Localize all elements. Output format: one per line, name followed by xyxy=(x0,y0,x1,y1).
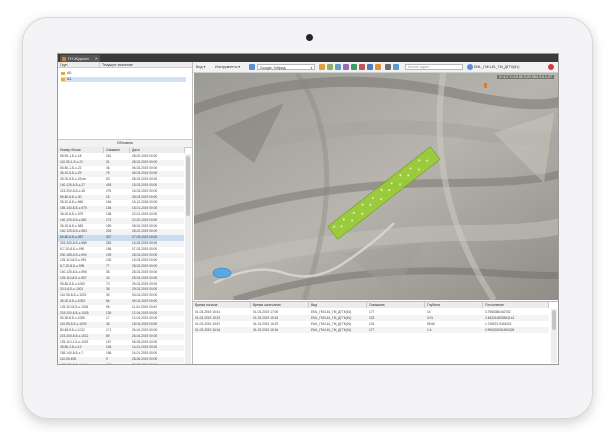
export-icon[interactable] xyxy=(393,64,399,70)
cell-date: 26-07-2019 00:00 xyxy=(132,362,158,365)
app-icon xyxy=(62,56,66,61)
folder-open-icon[interactable] xyxy=(319,64,325,70)
tab-journal[interactable]: ГН Журнал ✕ xyxy=(60,55,100,62)
table-row[interactable]: 165-150-8-Б-с-К4-1 138 26-07-2019 00:00 xyxy=(58,362,184,365)
col-date[interactable]: Дата xyxy=(130,147,185,153)
col-type[interactable]: Вид xyxy=(309,302,367,308)
chart-icon[interactable] xyxy=(359,64,365,70)
tree-item-a0[interactable]: A0 xyxy=(61,71,71,76)
grid-icon[interactable] xyxy=(351,64,357,70)
tools-menu[interactable]: Инструменты ▾ xyxy=(215,64,240,70)
measure-icon[interactable] xyxy=(367,64,373,70)
coordinates-readout: X=1:2 Y=19.50 Z:22.054 3.0.1.27 xyxy=(496,75,554,79)
cell-start-time: 01-03-2019 16:34 xyxy=(195,328,221,332)
polygon-icon[interactable] xyxy=(343,64,349,70)
address-search-input[interactable]: Искать адрес... xyxy=(405,64,463,70)
layers-icon[interactable] xyxy=(249,64,255,70)
col-end-time[interactable]: Время окончания xyxy=(251,302,309,308)
map-toolbar: Вид ▾ Инструменты ▾ Google: Гибрид ▼ Иска… xyxy=(193,62,558,73)
scroll-thumb[interactable] xyxy=(552,310,556,330)
col-wells[interactable]: Скважин xyxy=(104,147,130,153)
left-scrollbar[interactable] xyxy=(185,154,191,364)
tree-item-a1[interactable]: A1 xyxy=(61,77,186,82)
vehicle-marker[interactable] xyxy=(484,83,487,88)
col-block-number[interactable]: Номер блока xyxy=(58,147,104,153)
left-panel: Груп Текущее значение A0 A1 Обновить Ном… xyxy=(58,62,193,364)
table-row[interactable]: 01-03-2019 16:34 01-03-2019 16:34 EML_ГМЧ-… xyxy=(193,327,549,333)
bottom-scrollbar[interactable] xyxy=(551,309,557,363)
col-well[interactable]: Скважина xyxy=(367,302,425,308)
cell-type: EML_ГМЧ-61_ГМ_ДГГК(61) xyxy=(311,328,352,332)
close-map-icon[interactable] xyxy=(548,64,554,70)
satellite-map[interactable]: X=1:2 Y=19.50 Z:22.054 3.0.1.27 xyxy=(194,73,558,300)
marker-icon[interactable] xyxy=(335,64,341,70)
cell-deviation: 0.996302051500026 xyxy=(485,328,515,332)
ruler-icon[interactable] xyxy=(327,64,333,70)
col-depth[interactable]: Глубина xyxy=(425,302,483,308)
cell-well: 177 xyxy=(369,328,375,332)
water-pond xyxy=(212,267,232,279)
col-start-time[interactable]: Время начала xyxy=(193,302,251,308)
scroll-thumb[interactable] xyxy=(186,156,190,216)
cell-wells: 138 xyxy=(106,362,112,365)
cell-end-time: 01-03-2019 16:34 xyxy=(253,328,279,332)
measurements-table: Время начала Время окончания Вид Скважин… xyxy=(193,301,558,364)
chevron-down-icon: ▼ xyxy=(310,66,313,70)
col-deviation[interactable]: Отклонение xyxy=(483,302,549,308)
view-menu[interactable]: Вид ▾ xyxy=(196,64,205,70)
tab-journal-label: ГН Журнал xyxy=(68,56,89,61)
globe-icon xyxy=(467,64,473,70)
cell-depth: 1.6 xyxy=(427,328,432,332)
well-icon[interactable] xyxy=(375,64,381,70)
close-icon[interactable]: ✕ xyxy=(95,55,98,62)
map-canvas xyxy=(194,73,558,300)
save-icon[interactable] xyxy=(385,64,391,70)
window-titlebar: ГН Журнал ✕ xyxy=(58,54,558,62)
app-screen: ГН Журнал ✕ Груп Текущее значение A0 A1 … xyxy=(57,53,559,365)
folder-icon xyxy=(61,77,65,81)
header-current-value: Текущее значение xyxy=(100,62,192,68)
header-group: Груп xyxy=(58,62,100,68)
blocks-table-body: 55-90-1-Б-с-18 261 28-02-2019 00:00 110-95-… xyxy=(58,154,184,365)
folder-icon xyxy=(61,71,65,75)
coordinate-system[interactable]: EML_ГМЧ-61_ГМ_ДГГК(61) xyxy=(474,64,544,70)
cell-block-number: 165-150-8-Б-с-К4-1 xyxy=(60,362,88,365)
camera-dot xyxy=(306,34,313,41)
map-source-select[interactable]: Google: Гибрид ▼ xyxy=(257,64,315,70)
